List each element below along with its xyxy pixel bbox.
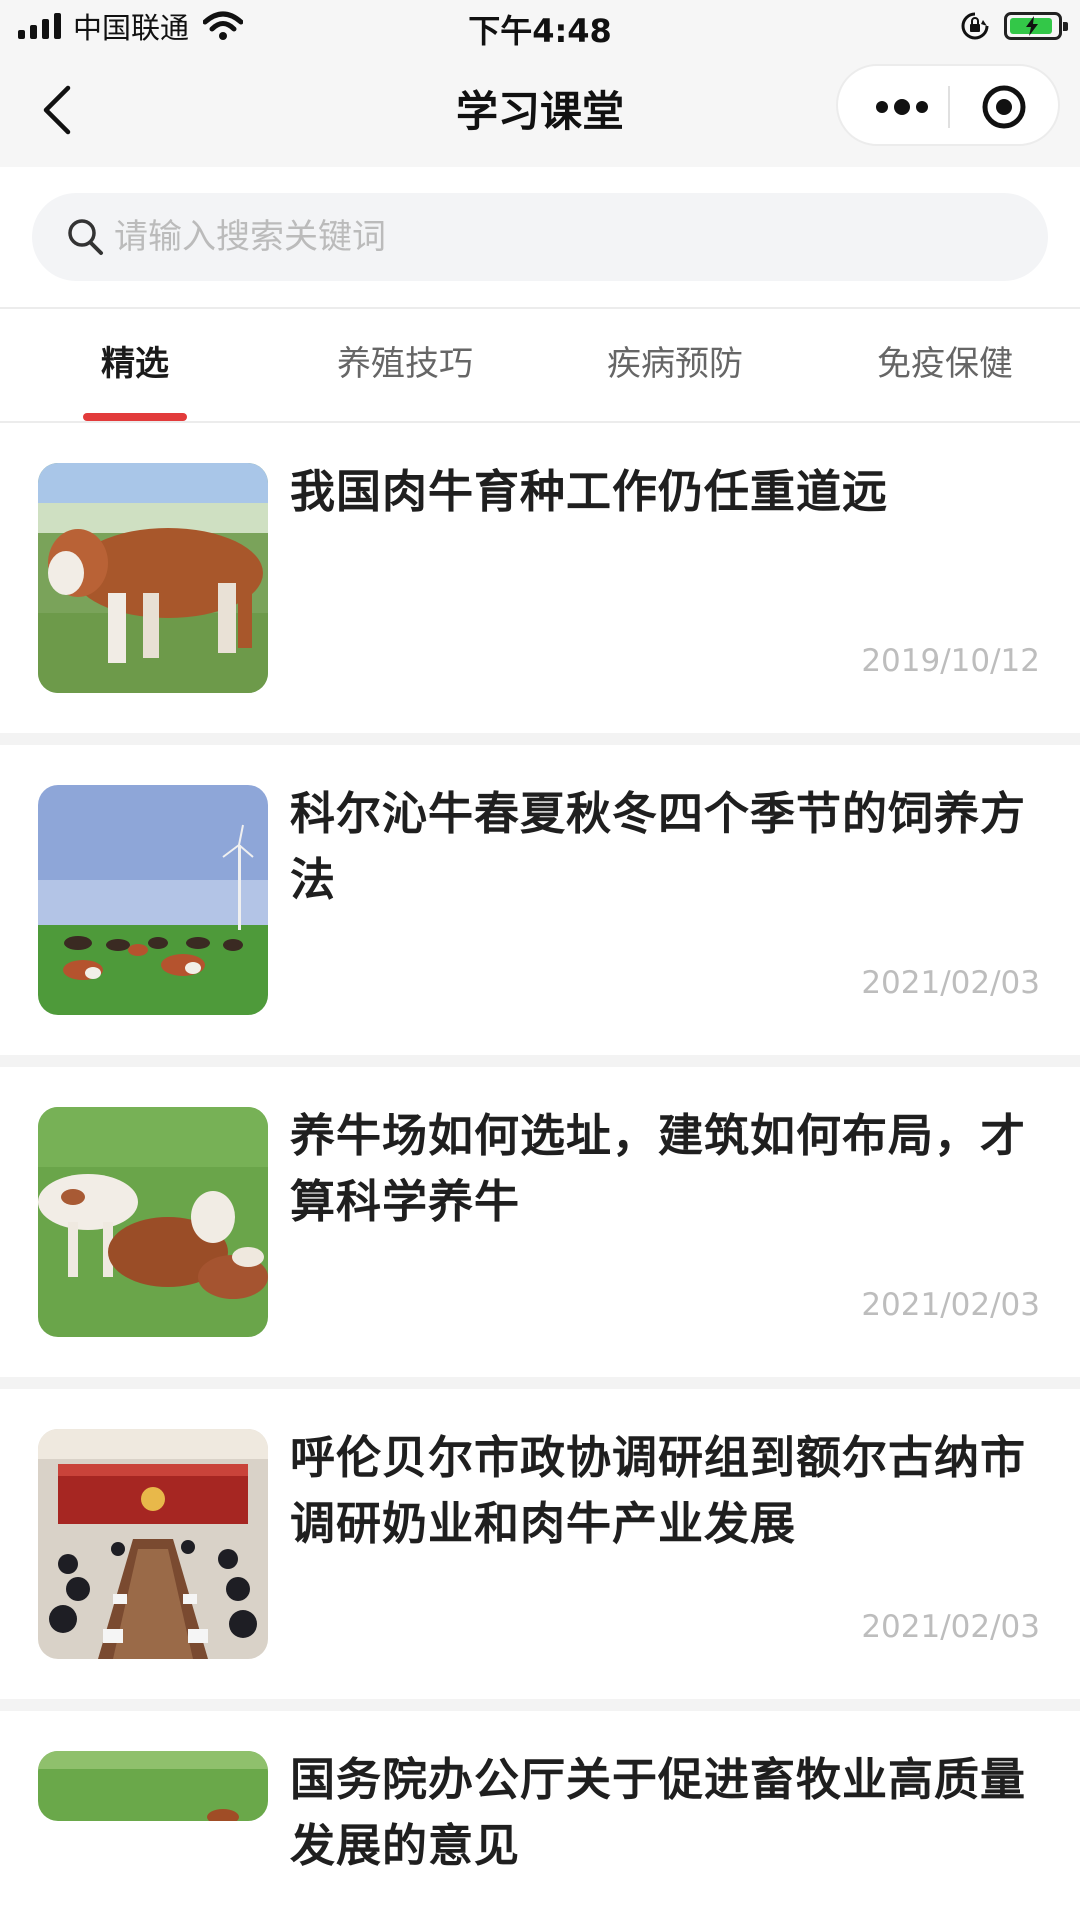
- article-card[interactable]: 科尔沁牛春夏秋冬四个季节的饲养方法 2021/02/03: [0, 745, 1080, 1055]
- tab-immunity-care[interactable]: 免疫保健: [810, 309, 1080, 421]
- card-separator: [0, 733, 1080, 745]
- tab-label: 免疫保健: [877, 344, 1013, 384]
- battery-icon: [1004, 12, 1068, 40]
- resting-cattle-photo: [38, 1107, 268, 1337]
- article-title: 国务院办公厅关于促进畜牧业高质量发展的意见: [290, 1753, 1027, 1872]
- category-tabs: 精选 养殖技巧 疾病预防 免疫保健: [0, 309, 1080, 421]
- article-date: 2021/02/03: [861, 965, 1040, 1001]
- article-thumbnail: [38, 1751, 268, 1821]
- capsule-divider: [948, 86, 950, 128]
- miniprogram-capsule: [836, 64, 1060, 146]
- meeting-room-photo: [38, 1429, 268, 1659]
- article-title: 科尔沁牛春夏秋冬四个季节的饲养方法: [290, 787, 1027, 906]
- article-card[interactable]: 呼伦贝尔市政协调研组到额尔古纳市调研奶业和肉牛产业发展 2021/02/03: [0, 1389, 1080, 1699]
- close-miniprogram-icon[interactable]: [968, 78, 1040, 136]
- article-card[interactable]: 我国肉牛育种工作仍任重道远 2019/10/12: [0, 423, 1080, 733]
- tab-disease-prevention[interactable]: 疾病预防: [540, 309, 810, 421]
- article-card[interactable]: 养牛场如何选址，建筑如何布局，才算科学养牛 2021/02/03: [0, 1067, 1080, 1377]
- article-date: 2021/02/03: [861, 1287, 1040, 1323]
- article-thumbnail: [38, 1429, 268, 1659]
- tab-label: 精选: [101, 344, 169, 384]
- tab-breeding-skills[interactable]: 养殖技巧: [270, 309, 540, 421]
- tab-label: 养殖技巧: [337, 344, 473, 384]
- status-bar: 中国联通 下午4:48: [0, 0, 1080, 52]
- article-thumbnail: [38, 785, 268, 1015]
- cattle-photo: [38, 463, 268, 693]
- article-date: 2019/10/12: [861, 643, 1040, 679]
- orientation-lock-icon: [961, 12, 989, 40]
- tab-label: 疾病预防: [607, 344, 743, 384]
- article-date: 2021/02/03: [861, 1609, 1040, 1645]
- search-section: [0, 167, 1080, 307]
- tab-featured[interactable]: 精选: [0, 309, 270, 421]
- active-tab-indicator: [83, 413, 187, 421]
- search-box[interactable]: [32, 193, 1048, 281]
- article-card[interactable]: 国务院办公厅关于促进畜牧业高质量发展的意见: [0, 1711, 1080, 1920]
- status-right: [960, 8, 1068, 44]
- article-title: 呼伦贝尔市政协调研组到额尔古纳市调研奶业和肉牛产业发展: [290, 1431, 1027, 1550]
- article-thumbnail: [38, 1107, 268, 1337]
- card-separator: [0, 1055, 1080, 1067]
- search-input[interactable]: [114, 193, 1014, 281]
- pasture-photo: [38, 1751, 268, 1821]
- article-title: 养牛场如何选址，建筑如何布局，才算科学养牛: [290, 1109, 1027, 1228]
- more-icon[interactable]: [866, 86, 938, 128]
- card-separator: [0, 1377, 1080, 1389]
- article-thumbnail: [38, 463, 268, 693]
- article-title: 我国肉牛育种工作仍任重道远: [290, 465, 889, 518]
- status-time: 下午4:48: [468, 12, 612, 50]
- search-icon: [68, 219, 103, 255]
- grassland-cattle-photo: [38, 785, 268, 1015]
- card-separator: [0, 1699, 1080, 1711]
- nav-bar: 学习课堂: [0, 52, 1080, 167]
